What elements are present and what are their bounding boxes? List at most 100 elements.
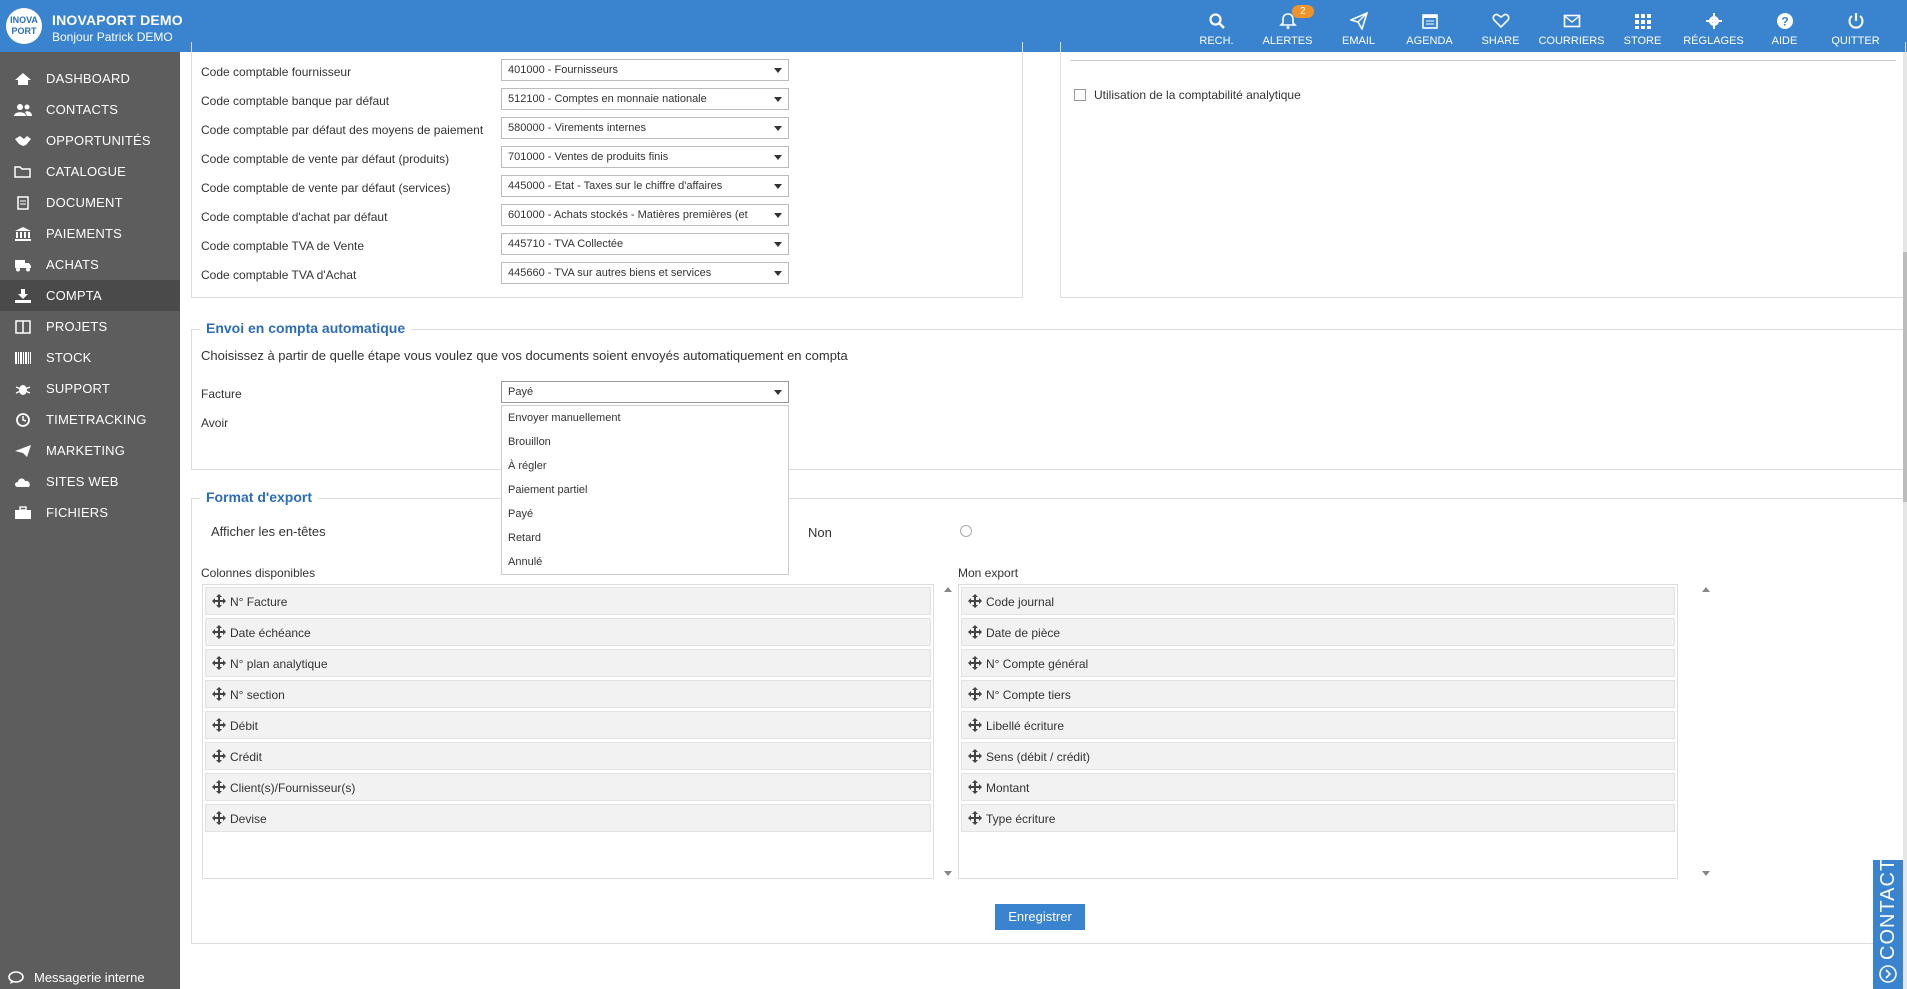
svg-text:?: ? bbox=[1781, 15, 1788, 29]
purchase-code-select[interactable]: 601000 - Achats stockés - Matières premi… bbox=[501, 204, 789, 226]
chevron-down-icon bbox=[774, 97, 782, 102]
list-item[interactable]: Libellé écriture bbox=[961, 711, 1675, 739]
barcode-icon bbox=[15, 351, 31, 364]
available-columns-list: N° Facture Date échéance N° plan analyti… bbox=[202, 584, 934, 879]
sale-services-code-select[interactable]: 445000 - Etat - Taxes sur le chiffre d'a… bbox=[501, 175, 789, 197]
sidebar-item-contacts[interactable]: CONTACTS bbox=[0, 94, 180, 125]
dropdown-option[interactable]: Annulé bbox=[502, 550, 788, 574]
sidebar-item-projets[interactable]: PROJETS bbox=[0, 311, 180, 342]
my-export-scrollbar[interactable] bbox=[1699, 584, 1713, 879]
users-icon bbox=[14, 103, 32, 116]
list-item[interactable]: Client(s)/Fournisseur(s) bbox=[205, 773, 931, 801]
dropdown-option[interactable]: Envoyer manuellement bbox=[502, 406, 788, 430]
dropdown-option[interactable]: Brouillon bbox=[502, 430, 788, 454]
dropdown-option[interactable]: Paiement partiel bbox=[502, 478, 788, 502]
dropdown-option[interactable]: Retard bbox=[502, 526, 788, 550]
arrow-circle-icon bbox=[1879, 965, 1897, 983]
sidebar-item-opportunites[interactable]: OPPORTUNITÉS bbox=[0, 125, 180, 156]
page-scrollbar[interactable] bbox=[1903, 52, 1907, 989]
sidebar-item-sites-web[interactable]: SITES WEB bbox=[0, 466, 180, 497]
greeting: Bonjour Patrick DEMO bbox=[52, 30, 173, 44]
sidebar-item-marketing[interactable]: MARKETING bbox=[0, 435, 180, 466]
list-item[interactable]: Devise bbox=[205, 804, 931, 832]
sidebar: DASHBOARD CONTACTS OPPORTUNITÉS CATALOGU… bbox=[0, 52, 180, 989]
vat-sale-code-select[interactable]: 445710 - TVA Collectée bbox=[501, 233, 789, 255]
auto-send-title: Envoi en compta automatique bbox=[200, 320, 412, 336]
my-export-list: Code journal Date de pièce N° Compte gén… bbox=[958, 584, 1678, 879]
sidebar-item-fichiers[interactable]: FICHIERS bbox=[0, 497, 180, 528]
vat-purchase-code-select[interactable]: 445660 - TVA sur autres biens et service… bbox=[501, 262, 789, 284]
bug-icon bbox=[15, 384, 31, 395]
payment-means-code-select[interactable]: 580000 - Virements internes bbox=[501, 117, 789, 139]
facture-select[interactable]: Payé bbox=[501, 381, 789, 403]
list-item[interactable]: Date échéance bbox=[205, 618, 931, 646]
dropdown-option[interactable]: À régler bbox=[502, 454, 788, 478]
list-item[interactable]: Montant bbox=[961, 773, 1675, 801]
available-columns-title: Colonnes disponibles bbox=[201, 566, 316, 580]
bank-code-select[interactable]: 512100 - Comptes en monnaie nationale bbox=[501, 88, 789, 110]
sidebar-item-timetracking[interactable]: TIMETRACKING bbox=[0, 404, 180, 435]
download-icon bbox=[15, 288, 31, 303]
sidebar-item-catalogue[interactable]: CATALOGUE bbox=[0, 156, 180, 187]
list-item[interactable]: Type écriture bbox=[961, 804, 1675, 832]
move-icon bbox=[212, 687, 226, 701]
available-scrollbar[interactable] bbox=[941, 584, 955, 879]
alerts-badge: 2 bbox=[1292, 5, 1314, 18]
scrollbar-thumb[interactable] bbox=[1903, 252, 1907, 502]
bank-icon bbox=[15, 226, 31, 241]
sidebar-item-document[interactable]: DOCUMENT bbox=[0, 187, 180, 218]
chevron-down-icon bbox=[774, 242, 782, 247]
row-label: Code comptable de vente par défaut (serv… bbox=[201, 181, 451, 195]
sidebar-item-dashboard[interactable]: DASHBOARD bbox=[0, 63, 180, 94]
headers-no-label: Non bbox=[808, 525, 832, 540]
headers-no-radio[interactable] bbox=[960, 525, 972, 537]
sidebar-item-stock[interactable]: STOCK bbox=[0, 342, 180, 373]
sidebar-item-support[interactable]: SUPPORT bbox=[0, 373, 180, 404]
list-item[interactable]: Débit bbox=[205, 711, 931, 739]
save-button[interactable]: Enregistrer bbox=[995, 904, 1085, 930]
move-icon bbox=[968, 625, 982, 639]
home-icon bbox=[15, 72, 31, 85]
list-item[interactable]: N° plan analytique bbox=[205, 649, 931, 677]
chevron-down-icon bbox=[774, 213, 782, 218]
list-item[interactable]: Date de pièce bbox=[961, 618, 1675, 646]
list-item[interactable]: N° Compte tiers bbox=[961, 680, 1675, 708]
contact-tab[interactable]: CONTACT bbox=[1873, 858, 1903, 989]
internal-messaging[interactable]: Messagerie interne bbox=[8, 970, 145, 985]
gear-icon bbox=[1705, 13, 1722, 29]
app-logo[interactable]: INOVA PORT bbox=[6, 8, 42, 44]
dropdown-option[interactable]: Payé bbox=[502, 502, 788, 526]
avoir-label: Avoir bbox=[201, 416, 229, 430]
auto-send-description: Choisissez à partir de quelle étape vous… bbox=[201, 348, 848, 363]
row-label: Code comptable TVA de Vente bbox=[201, 239, 365, 253]
truck-icon bbox=[15, 259, 31, 271]
brand: INOVAPORT DEMO Bonjour Patrick DEMO bbox=[52, 12, 183, 44]
analytic-checkbox[interactable] bbox=[1074, 89, 1086, 101]
move-icon bbox=[212, 594, 226, 608]
sidebar-item-compta[interactable]: COMPTA bbox=[0, 280, 180, 311]
app-name: INOVAPORT DEMO bbox=[52, 12, 183, 28]
scroll-up-icon bbox=[944, 587, 952, 592]
list-item[interactable]: Sens (débit / crédit) bbox=[961, 742, 1675, 770]
scroll-down-icon bbox=[944, 871, 952, 876]
my-export-title: Mon export bbox=[958, 566, 1019, 580]
row-label: Code comptable de vente par défaut (prod… bbox=[201, 152, 450, 166]
main-content: Code comptable fournisseur 401000 - Four… bbox=[180, 42, 1907, 989]
chevron-down-icon bbox=[774, 126, 782, 131]
question-icon: ? bbox=[1776, 13, 1793, 29]
sidebar-item-paiements[interactable]: PAIEMENTS bbox=[0, 218, 180, 249]
move-icon bbox=[212, 718, 226, 732]
chevron-down-icon bbox=[774, 155, 782, 160]
list-item[interactable]: Code journal bbox=[961, 587, 1675, 615]
list-item[interactable]: Crédit bbox=[205, 742, 931, 770]
sidebar-item-achats[interactable]: ACHATS bbox=[0, 249, 180, 280]
list-item[interactable]: N° Facture bbox=[205, 587, 931, 615]
supplier-code-select[interactable]: 401000 - Fournisseurs bbox=[501, 59, 789, 81]
list-item[interactable]: N° Compte général bbox=[961, 649, 1675, 677]
list-item[interactable]: N° section bbox=[205, 680, 931, 708]
chevron-down-icon bbox=[774, 184, 782, 189]
row-label: Code comptable fournisseur bbox=[201, 65, 352, 79]
sale-products-code-select[interactable]: 701000 - Ventes de produits finis bbox=[501, 146, 789, 168]
row-label: Code comptable TVA d'Achat bbox=[201, 268, 357, 282]
chevron-down-icon bbox=[774, 390, 782, 395]
